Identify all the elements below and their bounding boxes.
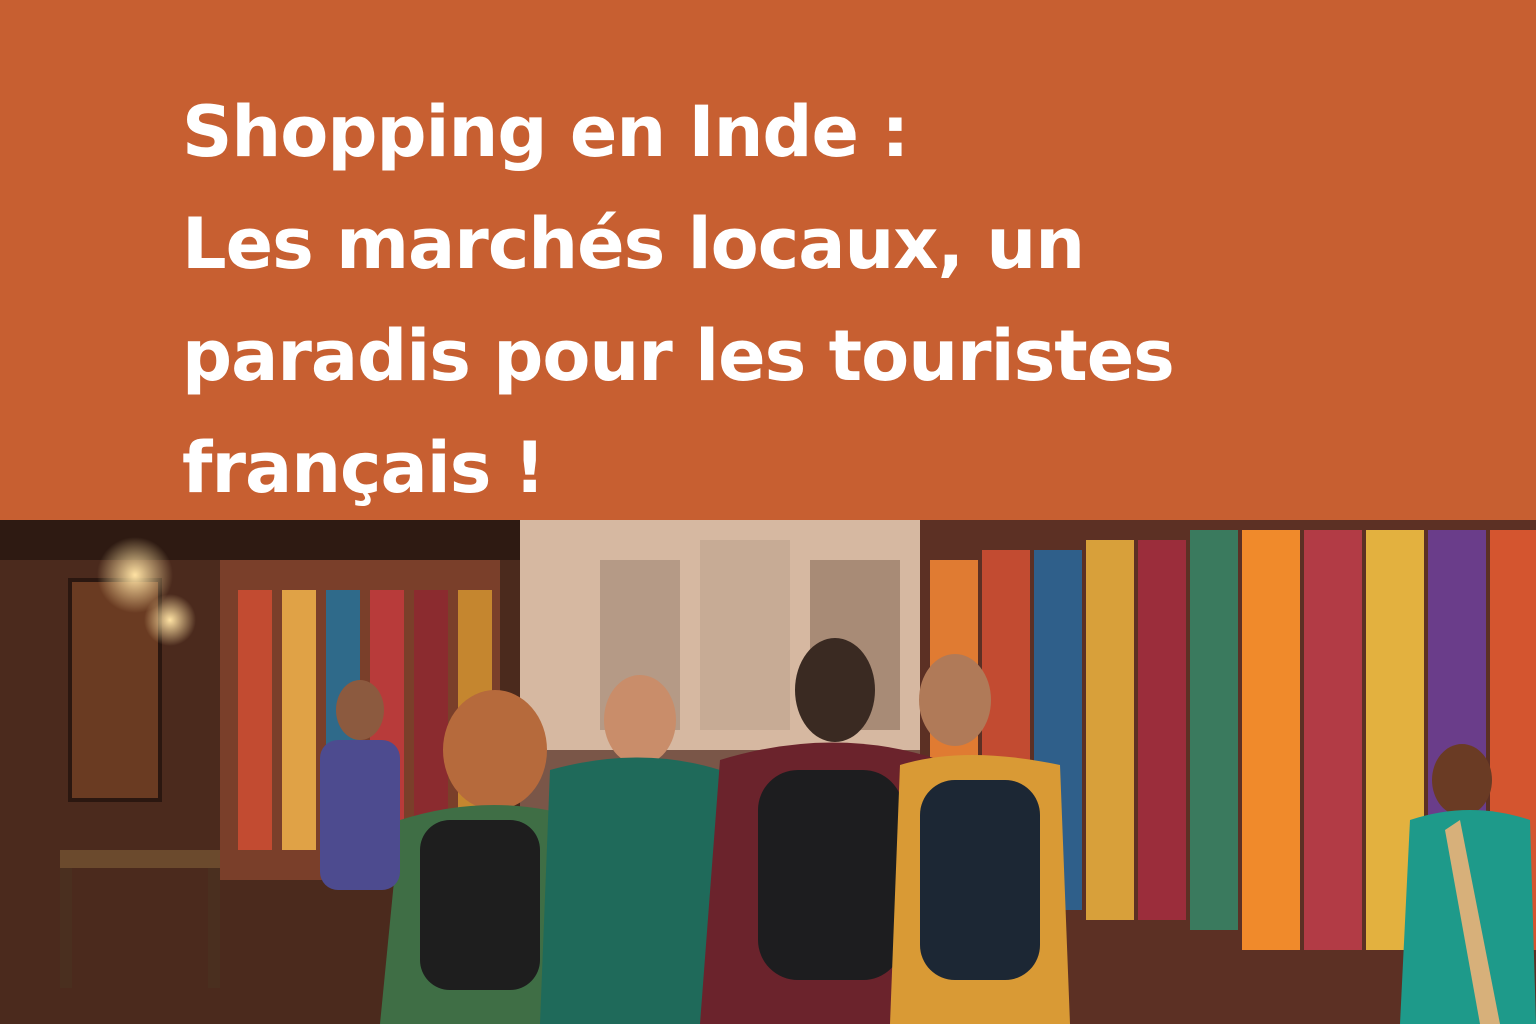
headline-line-1: Shopping en Inde : <box>182 91 909 173</box>
headline-line-2: Les marchés locaux, un <box>182 203 1085 285</box>
market-scene-illustration <box>0 520 1536 1024</box>
market-photo <box>0 520 1536 1024</box>
headline-line-4: français ! <box>182 427 546 509</box>
headline: Shopping en Inde : Les marchés locaux, u… <box>182 76 1442 524</box>
title-banner: Shopping en Inde : Les marchés locaux, u… <box>0 0 1536 520</box>
headline-line-3: paradis pour les touristes <box>182 315 1175 397</box>
poster: Shopping en Inde : Les marchés locaux, u… <box>0 0 1536 1024</box>
